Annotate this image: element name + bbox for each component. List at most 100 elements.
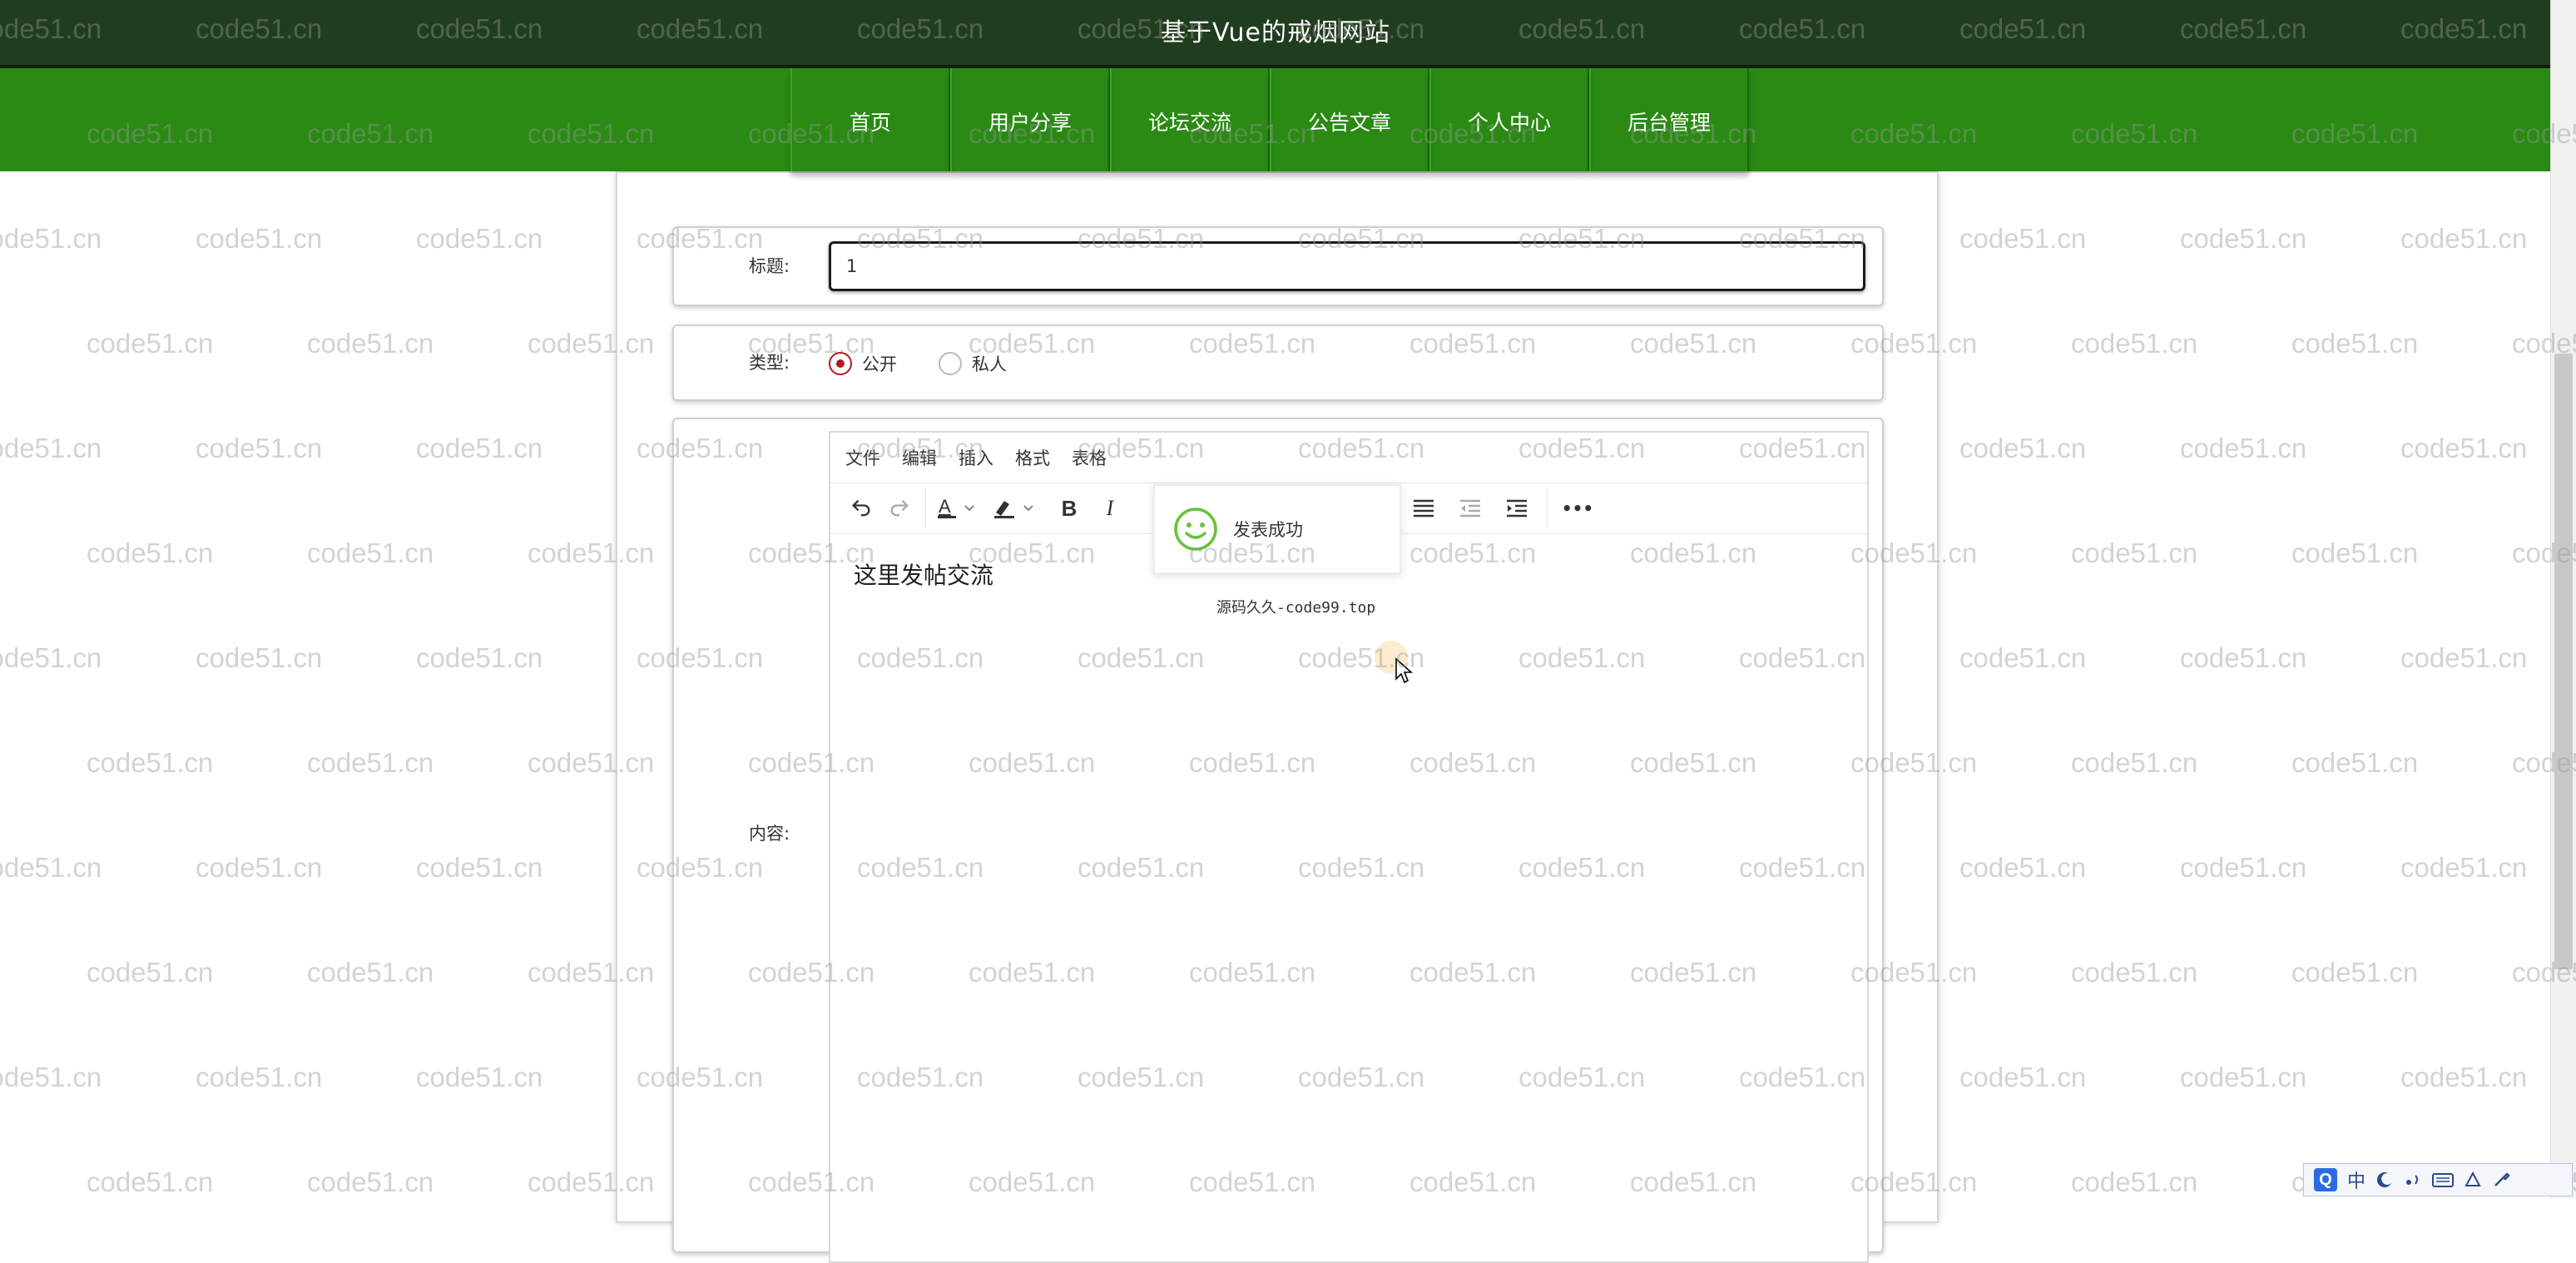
- watermark-text: code51.cn: [2400, 223, 2528, 254]
- moon-icon[interactable]: [2375, 1171, 2394, 1189]
- site-title: 基于Vue的戒烟网站: [1161, 18, 1390, 47]
- nav-item-forum[interactable]: 论坛交流: [1110, 68, 1270, 171]
- svg-text:A: A: [939, 496, 951, 517]
- undo-icon[interactable]: [842, 483, 880, 533]
- watermark-text: code51.cn: [416, 1062, 543, 1092]
- watermark-text: code51.cn: [307, 957, 434, 988]
- menu-edit[interactable]: 编辑: [902, 445, 937, 470]
- watermark-text: code51.cn: [2180, 852, 2307, 883]
- source-watermark: 源码久久-code99.top: [1216, 599, 1376, 617]
- scrollbar-thumb[interactable]: [2554, 354, 2573, 969]
- watermark-text: code51.cn: [196, 642, 323, 673]
- radio-private[interactable]: 私人: [939, 351, 1007, 376]
- ime-mode-toggle[interactable]: 中: [2347, 1166, 2365, 1193]
- skin-icon[interactable]: [2464, 1171, 2482, 1189]
- title-label: 标题:: [749, 256, 790, 276]
- menu-file[interactable]: 文件: [845, 445, 880, 470]
- watermark-text: code51.cn: [87, 1166, 214, 1197]
- main-nav-bar: 首页 用户分享 论坛交流 公告文章 个人中心 后台管理: [0, 68, 2551, 171]
- indent-icon[interactable]: [1494, 483, 1540, 533]
- watermark-text: code51.cn: [307, 1166, 434, 1197]
- watermark-text: code51.cn: [87, 747, 214, 778]
- nav-item-user-share[interactable]: 用户分享: [950, 68, 1110, 171]
- bold-icon[interactable]: B: [1048, 483, 1091, 533]
- watermark-text: code51.cn: [416, 642, 543, 673]
- ime-toolbar[interactable]: Q 中: [2303, 1163, 2573, 1196]
- site-header: 基于Vue的戒烟网站: [0, 0, 2551, 68]
- watermark-text: code51.cn: [307, 537, 434, 568]
- watermark-text: code51.cn: [196, 1062, 323, 1092]
- watermark-text: code51.cn: [2071, 957, 2198, 988]
- watermark-text: code51.cn: [416, 433, 543, 463]
- nav-item-personal-center[interactable]: 个人中心: [1429, 68, 1589, 171]
- radio-public-label: 公开: [862, 354, 897, 374]
- watermark-text: code51.cn: [0, 642, 102, 673]
- watermark-text: code51.cn: [0, 1062, 102, 1092]
- watermark-text: code51.cn: [2291, 957, 2419, 988]
- toast-message: 发表成功: [1233, 520, 1303, 540]
- outdent-icon[interactable]: [1447, 483, 1494, 533]
- radio-public[interactable]: 公开: [829, 351, 897, 376]
- watermark-text: code51.cn: [87, 328, 214, 359]
- watermark-text: code51.cn: [416, 223, 543, 254]
- nav-item-announcements[interactable]: 公告文章: [1270, 68, 1429, 171]
- content-label: 内容:: [749, 824, 790, 844]
- post-form-card: 标题: 类型: 公开 私人 内容: 文件 编辑 插入 格式 表格: [616, 171, 1939, 1263]
- highlight-color-icon[interactable]: [988, 483, 1048, 533]
- redo-icon[interactable]: [880, 483, 919, 533]
- watermark-text: code51.cn: [196, 223, 323, 254]
- nav-item-admin[interactable]: 后台管理: [1589, 68, 1749, 171]
- type-label: 类型:: [749, 353, 790, 373]
- watermark-text: code51.cn: [87, 957, 214, 988]
- watermark-text: code51.cn: [2071, 747, 2198, 778]
- title-input[interactable]: [829, 241, 1865, 291]
- radio-private-circle[interactable]: [939, 352, 962, 375]
- watermark-text: code51.cn: [2071, 328, 2198, 359]
- align-justify-icon[interactable]: [1400, 483, 1447, 533]
- watermark-text: code51.cn: [87, 537, 214, 568]
- smile-icon: [1174, 508, 1217, 551]
- page-scrollbar[interactable]: [2550, 0, 2576, 1198]
- watermark-text: code51.cn: [1959, 1062, 2087, 1092]
- text-color-icon[interactable]: A: [933, 483, 988, 533]
- watermark-text: code51.cn: [0, 433, 102, 463]
- italic-icon[interactable]: I: [1091, 483, 1129, 533]
- type-row: 类型: 公开 私人: [672, 324, 1884, 401]
- radio-private-label: 私人: [972, 354, 1007, 374]
- toolbar-separator: [925, 488, 926, 528]
- watermark-text: code51.cn: [2400, 852, 2528, 883]
- title-row: 标题:: [672, 226, 1884, 306]
- keyboard-icon[interactable]: [2432, 1171, 2455, 1189]
- toolbar-separator: [1547, 488, 1548, 528]
- watermark-text: code51.cn: [0, 223, 102, 254]
- more-icon[interactable]: •••: [1554, 483, 1601, 533]
- watermark-text: code51.cn: [1959, 433, 2087, 463]
- watermark-text: code51.cn: [1959, 852, 2087, 883]
- ime-logo-icon[interactable]: Q: [2314, 1168, 2337, 1191]
- watermark-text: code51.cn: [2180, 1062, 2307, 1092]
- watermark-text: code51.cn: [2291, 747, 2419, 778]
- watermark-text: code51.cn: [2291, 537, 2419, 568]
- watermark-text: code51.cn: [1959, 223, 2087, 254]
- editor-menubar: 文件 编辑 插入 格式 表格: [830, 433, 1867, 483]
- main-nav-menu: 首页 用户分享 论坛交流 公告文章 个人中心 后台管理: [790, 68, 1749, 171]
- punctuation-icon[interactable]: [2404, 1171, 2422, 1189]
- watermark-text: code51.cn: [2071, 537, 2198, 568]
- watermark-text: code51.cn: [196, 852, 323, 883]
- menu-insert[interactable]: 插入: [959, 445, 993, 470]
- watermark-text: code51.cn: [2400, 642, 2528, 673]
- radio-public-circle[interactable]: [829, 352, 852, 375]
- watermark-text: code51.cn: [2291, 328, 2419, 359]
- menu-table[interactable]: 表格: [1072, 445, 1107, 470]
- watermark-text: code51.cn: [416, 852, 543, 883]
- nav-item-home[interactable]: 首页: [790, 68, 950, 171]
- success-toast: 发表成功: [1153, 484, 1401, 574]
- watermark-text: code51.cn: [2180, 642, 2307, 673]
- tools-icon[interactable]: [2492, 1171, 2510, 1189]
- watermark-text: code51.cn: [307, 747, 434, 778]
- watermark-text: code51.cn: [196, 433, 323, 463]
- watermark-text: code51.cn: [307, 328, 434, 359]
- menu-format[interactable]: 格式: [1015, 445, 1050, 470]
- watermark-text: code51.cn: [2400, 433, 2528, 463]
- watermark-text: code51.cn: [2180, 223, 2307, 254]
